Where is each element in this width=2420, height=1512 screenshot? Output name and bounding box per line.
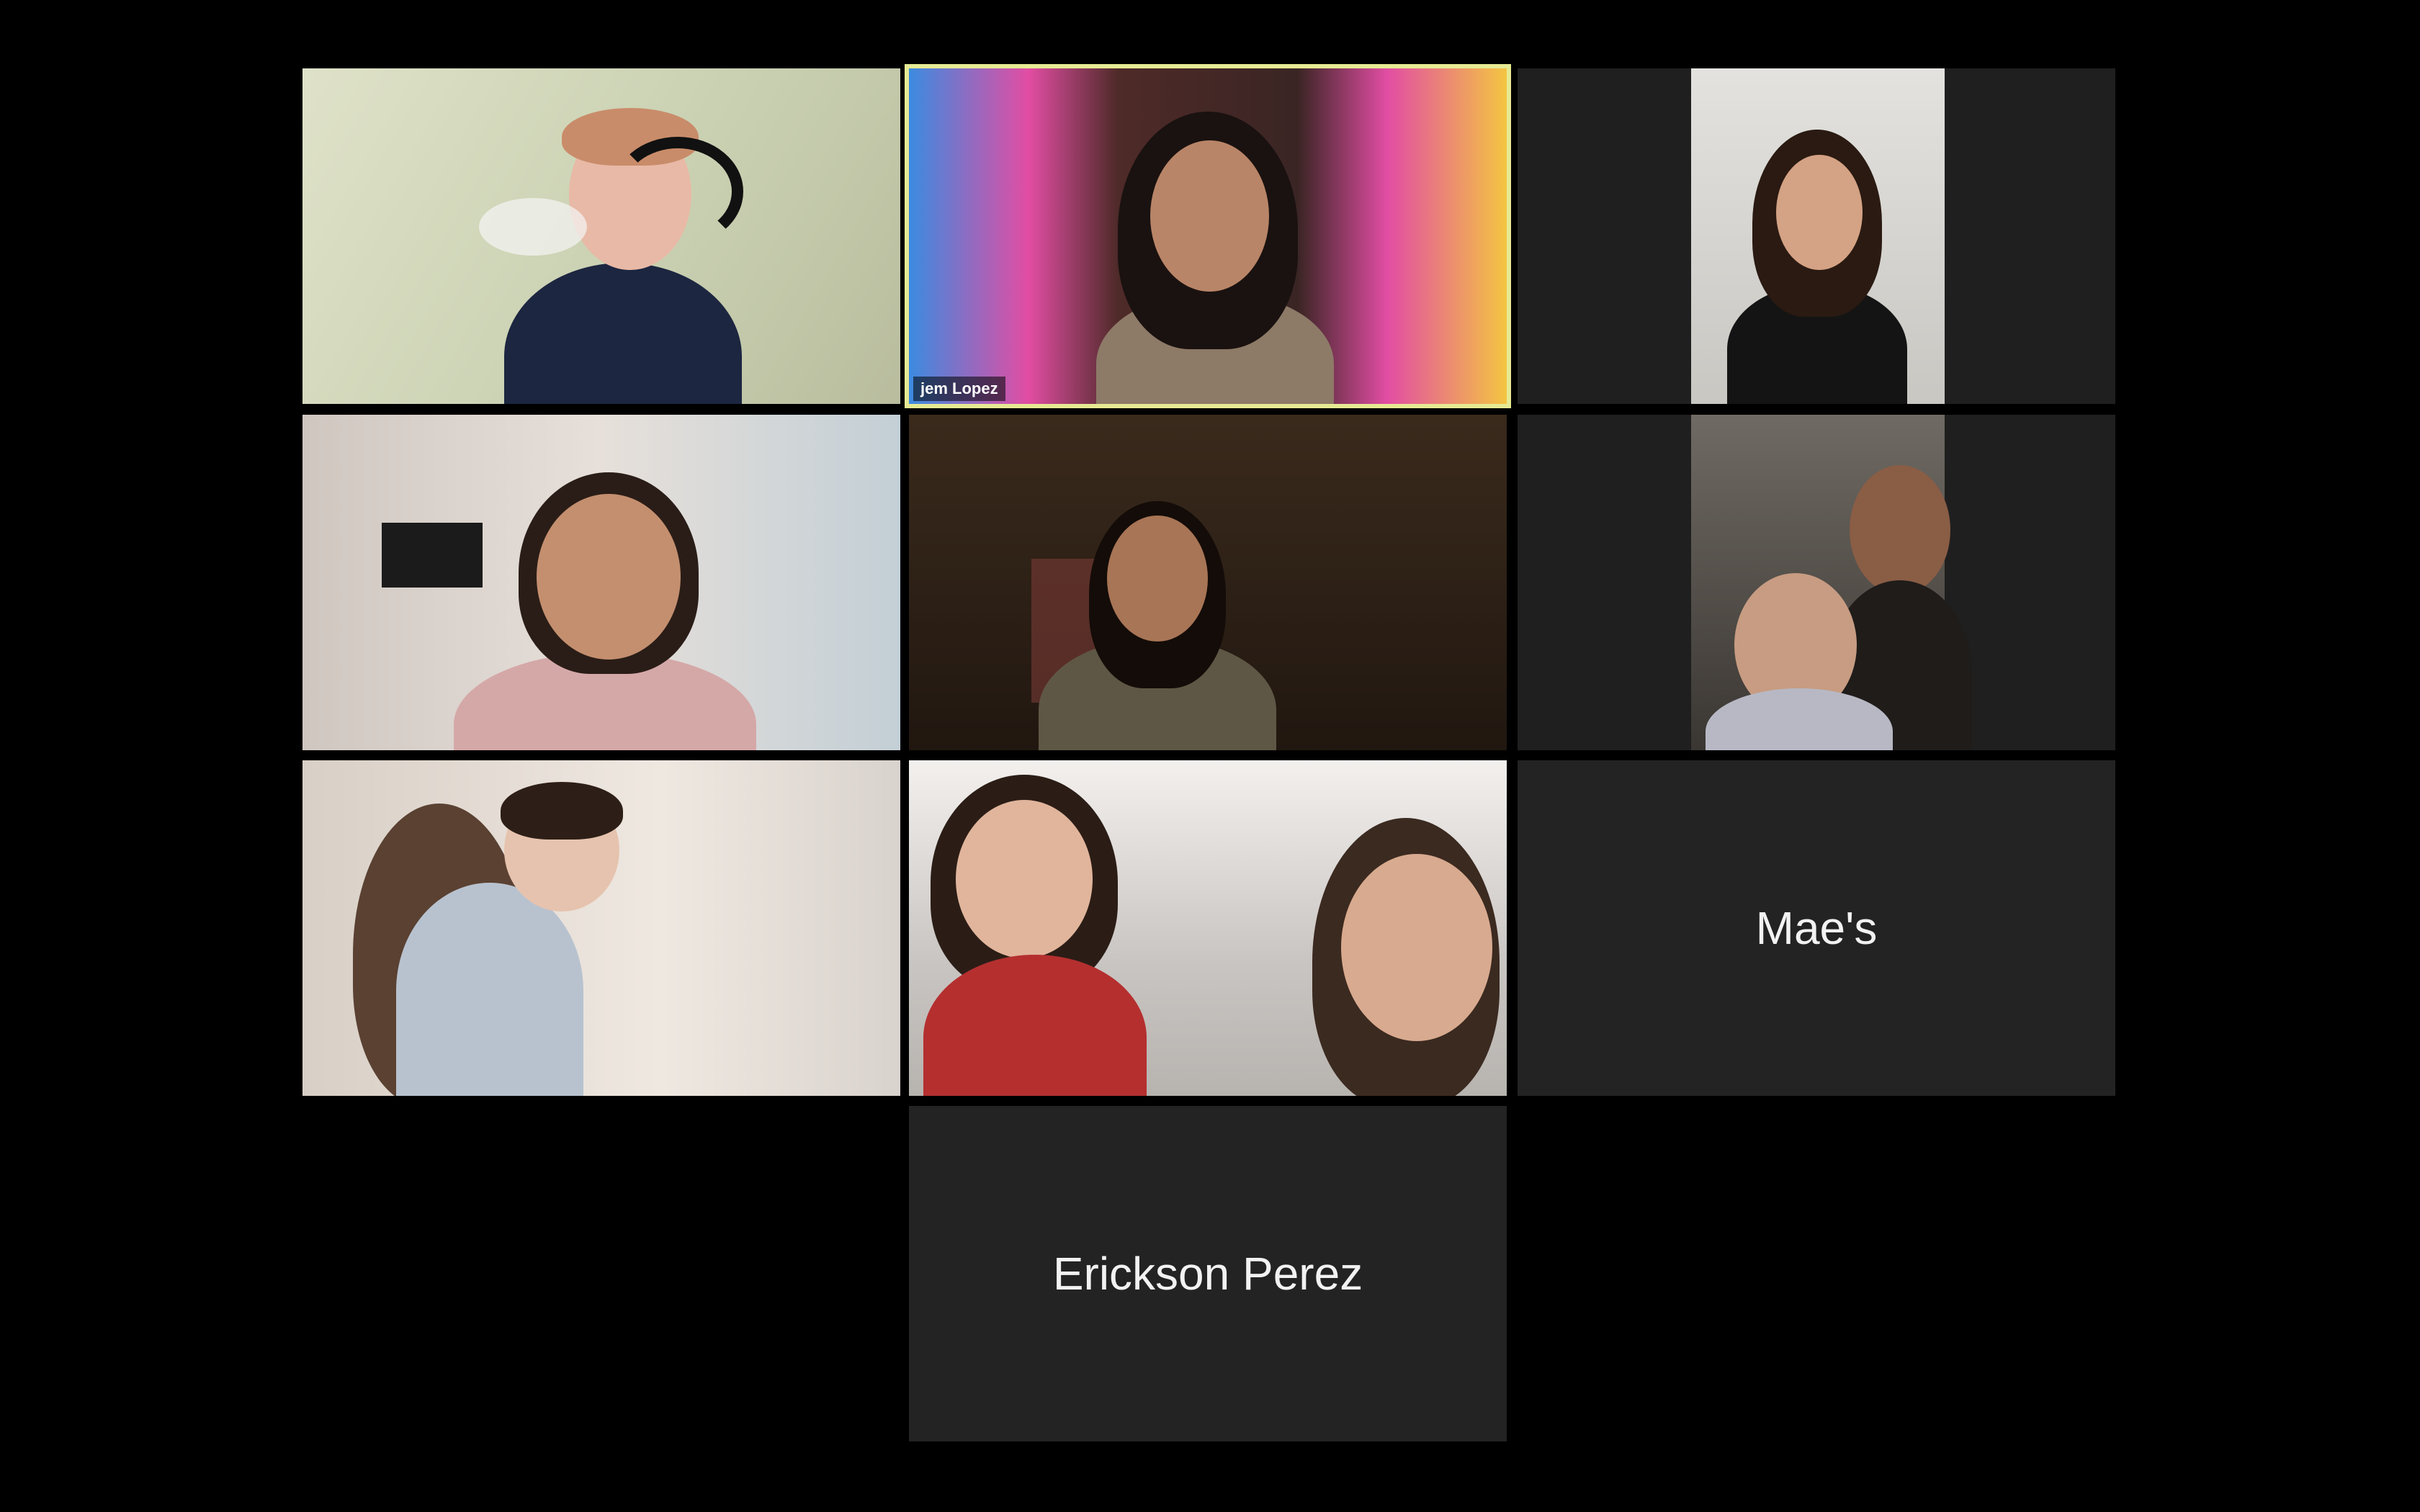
participant-tile-8[interactable]: [909, 760, 1507, 1096]
participant-video-feed: [1691, 415, 1972, 750]
participant-tile-4[interactable]: [302, 415, 900, 750]
participant-tile-jem-lopez[interactable]: jem Lopez: [905, 64, 1511, 408]
participant-tile-erickson-perez[interactable]: Erickson Perez: [909, 1106, 1507, 1441]
participant-tile-3[interactable]: [1518, 68, 2115, 404]
participant-name: Erickson Perez: [1052, 1248, 1363, 1300]
participant-name-tag: jem Lopez: [913, 377, 1005, 401]
participant-tile-6[interactable]: [1518, 415, 2115, 750]
participant-tile-1[interactable]: [302, 68, 900, 404]
participant-tile-7[interactable]: [302, 760, 900, 1096]
participant-name: Mae's: [1755, 902, 1878, 954]
participant-tile-5[interactable]: [909, 415, 1507, 750]
participant-video-feed: [1691, 68, 1945, 404]
participant-tile-maes[interactable]: Mae's: [1518, 760, 2115, 1096]
